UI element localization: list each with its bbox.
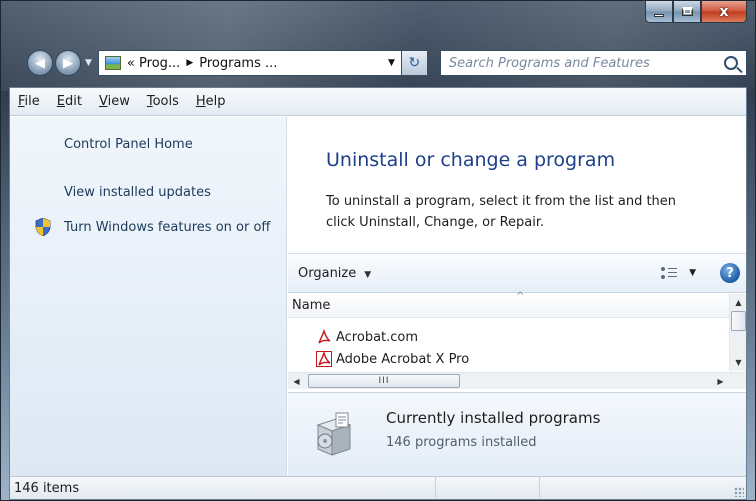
list-item[interactable]: Acrobat.com <box>316 326 418 348</box>
refresh-icon: ↻ <box>408 55 421 71</box>
scroll-down-icon[interactable]: ▼ <box>730 354 747 371</box>
scroll-up-icon[interactable]: ▲ <box>730 294 747 311</box>
column-header-label: Name <box>292 298 331 313</box>
minimize-button[interactable] <box>645 1 673 23</box>
menu-file[interactable]: File <box>18 94 40 109</box>
page-description: To uninstall a program, select it from t… <box>326 194 677 230</box>
task-pane: Control Panel Home View installed update… <box>10 117 287 476</box>
vertical-scroll-thumb[interactable] <box>731 311 746 331</box>
column-header-name[interactable]: ^ Name <box>288 291 729 318</box>
navigation-bar: ◀ ▶ ▼ « Prog... ▶ Programs ... ▼ ↻ Searc… <box>27 49 747 77</box>
back-button[interactable]: ◀ <box>27 50 53 76</box>
horizontal-scroll-thumb[interactable]: III <box>308 374 460 388</box>
menu-tools[interactable]: Tools <box>147 94 179 109</box>
organize-dropdown-icon: ▼ <box>364 269 372 280</box>
details-pane: Currently installed programs 146 program… <box>288 392 746 476</box>
refresh-button[interactable]: ↻ <box>401 50 428 76</box>
forward-arrow-icon: ▶ <box>63 55 73 71</box>
search-input[interactable]: Search Programs and Features <box>439 50 747 76</box>
search-icon[interactable] <box>724 56 738 70</box>
menu-view[interactable]: View <box>99 94 130 109</box>
close-icon: x <box>719 3 729 20</box>
menu-help[interactable]: Help <box>196 94 226 109</box>
page-title: Uninstall or change a program <box>326 149 616 171</box>
recent-pages-dropdown[interactable]: ▼ <box>85 58 92 68</box>
scroll-right-icon[interactable]: ▶ <box>712 373 729 390</box>
scroll-left-icon[interactable]: ◀ <box>288 373 305 390</box>
command-bar: Organize ▼ ▼ ? <box>288 253 746 293</box>
details-title: Currently installed programs <box>386 409 601 427</box>
adobe-acrobat-pro-icon <box>316 351 332 367</box>
horizontal-scrollbar[interactable]: ◀ III ▶ <box>288 372 746 389</box>
status-cell <box>436 477 540 499</box>
explorer-window: x ◀ ▶ ▼ « Prog... ▶ Programs ... ▼ ↻ Sea… <box>0 0 756 501</box>
organize-button[interactable]: Organize ▼ <box>298 266 371 281</box>
menu-edit[interactable]: Edit <box>57 94 82 109</box>
minimize-icon <box>654 14 664 17</box>
breadcrumb-overflow[interactable]: « <box>127 56 135 71</box>
breadcrumb-programs-parent[interactable]: Prog... <box>139 56 180 71</box>
menu-bar: File Edit View Tools Help <box>10 88 746 116</box>
status-bar: 146 items <box>10 476 746 499</box>
client-area: File Edit View Tools Help Control Panel … <box>9 87 747 500</box>
installer-box-icon <box>316 412 352 456</box>
views-dropdown-icon[interactable]: ▼ <box>689 268 696 278</box>
control-panel-home-link[interactable]: Control Panel Home <box>64 137 193 152</box>
address-bar[interactable]: « Prog... ▶ Programs ... ▼ <box>97 50 402 76</box>
program-name: Acrobat.com <box>336 329 419 345</box>
back-arrow-icon: ◀ <box>35 55 45 71</box>
view-installed-updates-link[interactable]: View installed updates <box>64 185 211 200</box>
control-panel-icon <box>104 56 121 70</box>
address-dropdown-icon[interactable]: ▼ <box>388 58 395 68</box>
maximize-button[interactable] <box>673 1 701 23</box>
vertical-scrollbar[interactable]: ▲ ▼ <box>729 294 746 371</box>
uac-shield-icon <box>35 218 51 236</box>
main-pane: Uninstall or change a program To uninsta… <box>288 117 746 476</box>
sort-ascending-icon: ^ <box>516 291 525 302</box>
search-placeholder: Search Programs and Features <box>448 55 650 71</box>
breadcrumb-separator-icon[interactable]: ▶ <box>186 58 193 68</box>
list-item[interactable]: Adobe Acrobat X Pro <box>316 348 469 370</box>
help-icon[interactable]: ? <box>720 263 740 283</box>
resize-grip-icon[interactable] <box>540 477 746 499</box>
forward-button[interactable]: ▶ <box>55 50 81 76</box>
acrobat-icon <box>318 329 331 344</box>
maximize-icon <box>681 7 693 16</box>
details-subtitle: 146 programs installed <box>386 435 537 450</box>
breadcrumb-programs[interactable]: Programs ... <box>199 56 277 71</box>
close-button[interactable]: x <box>701 1 747 23</box>
glass-frame <box>1 1 755 91</box>
status-item-count: 146 items <box>10 477 436 499</box>
caption-buttons: x <box>645 1 747 23</box>
change-view-icon[interactable] <box>661 267 678 279</box>
program-name: Adobe Acrobat X Pro <box>336 351 470 367</box>
turn-windows-features-link[interactable]: Turn Windows features on or off <box>64 219 274 236</box>
